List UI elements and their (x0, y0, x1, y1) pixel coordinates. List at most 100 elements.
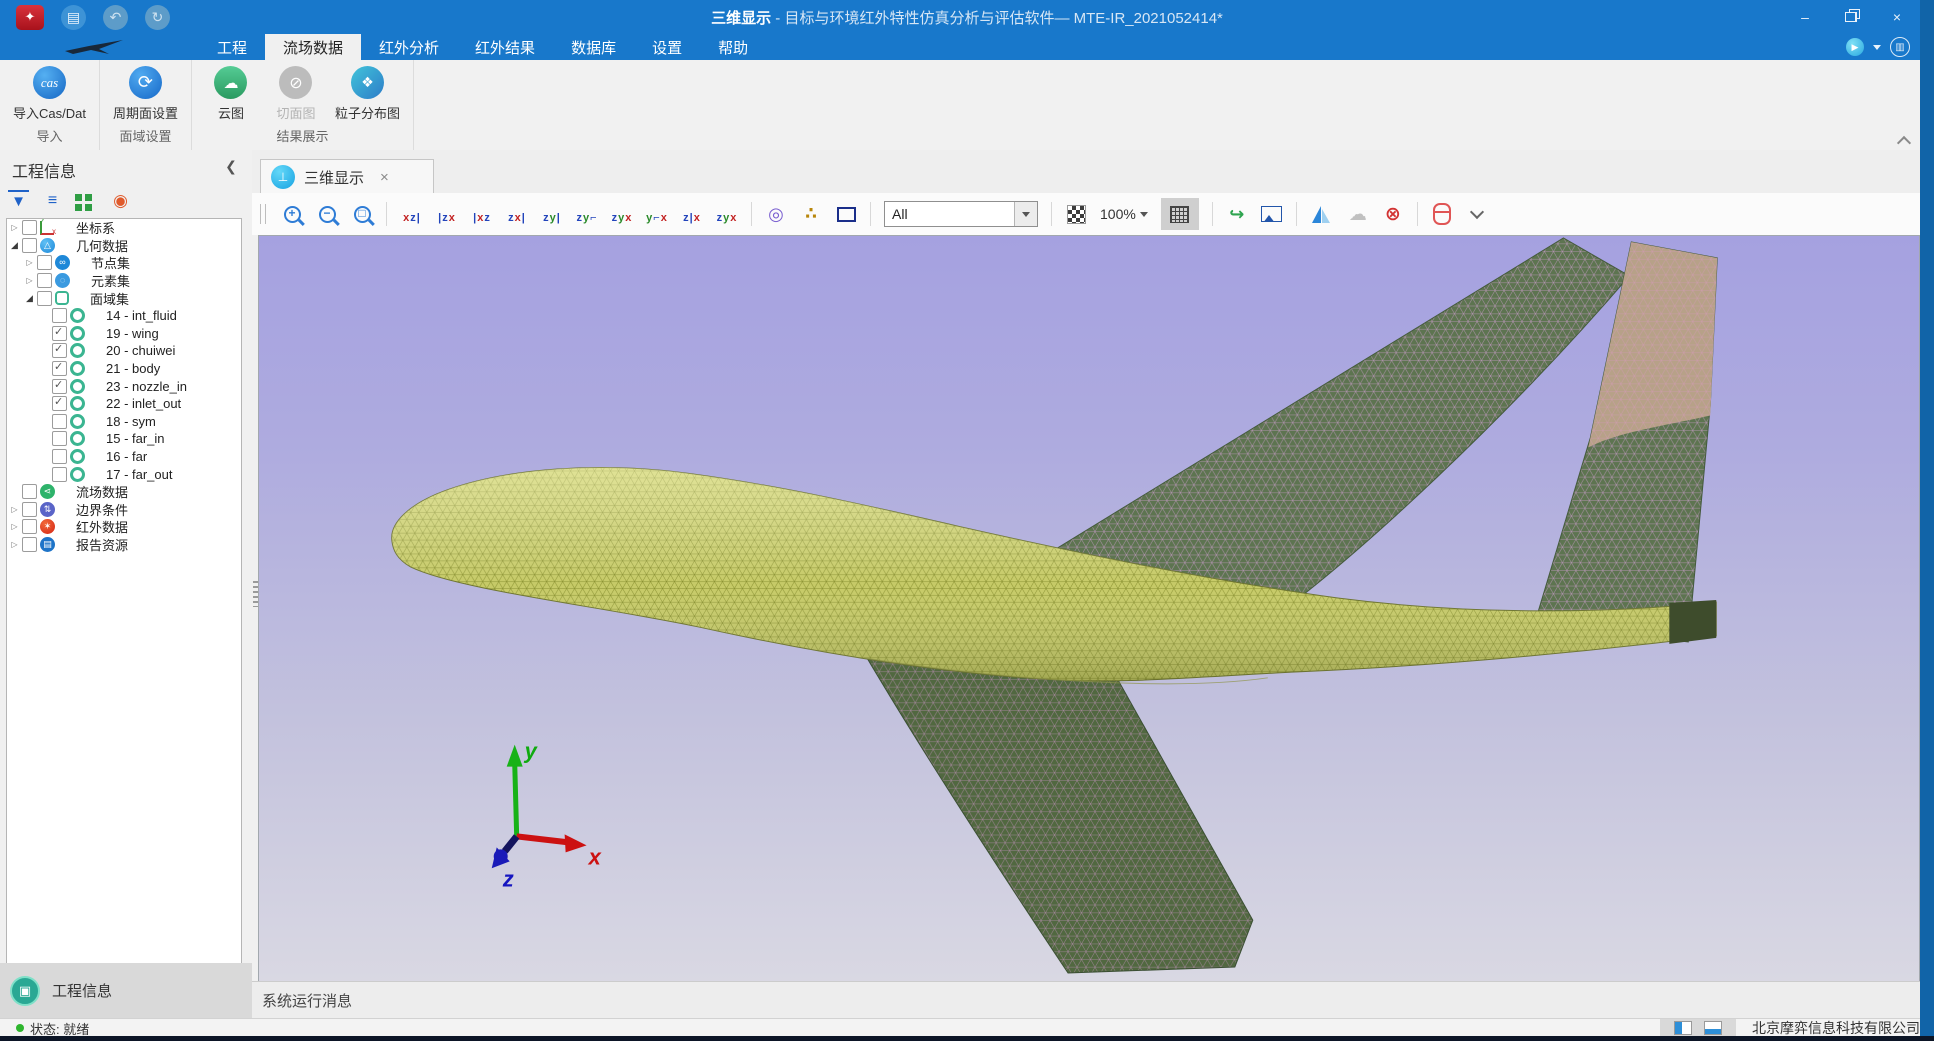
view-preset-2-button[interactable]: |zx (435, 204, 458, 224)
tree-item-19-wing[interactable]: 19 - wing (7, 325, 241, 343)
menu-item-红外结果[interactable]: 红外结果 (457, 34, 553, 60)
zoom-fit-button[interactable]: □ (351, 201, 373, 227)
tree-item-22-inlet_out[interactable]: 22 - inlet_out (7, 395, 241, 413)
tree-item-14-int_fluid[interactable]: 14 - int_fluid (7, 307, 241, 325)
menu-dropdown-icon[interactable] (1873, 45, 1881, 50)
menu-item-红外分析[interactable]: 红外分析 (361, 34, 457, 60)
restore-button[interactable] (1828, 0, 1874, 34)
zoom-out-button[interactable]: − (316, 201, 338, 227)
tree-item-17-far_out[interactable]: 17 - far_out (7, 465, 241, 483)
tree-checkbox[interactable] (52, 414, 67, 429)
tree-checkbox[interactable] (52, 449, 67, 464)
toolbar-grip[interactable] (260, 204, 266, 224)
locate-target-icon[interactable]: ◉ (110, 191, 131, 211)
tree-expand-arrow-icon[interactable]: ▷ (9, 522, 20, 531)
ribbon-collapse-button[interactable] (1898, 136, 1910, 144)
viewport-3d[interactable]: y x z (258, 235, 1920, 982)
tree-checkbox[interactable] (22, 537, 37, 552)
tree-item-element-set[interactable]: ▷◌元素集 (7, 272, 241, 290)
menu-item-帮助[interactable]: 帮助 (700, 34, 766, 60)
display-filter-combobox[interactable]: All (884, 201, 1038, 227)
tree-item-23-nozzle_in[interactable]: 23 - nozzle_in (7, 377, 241, 395)
mouse-mode-button[interactable] (1431, 201, 1453, 227)
粒子分布图-button[interactable]: ❖粒子分布图 (330, 64, 405, 122)
tree-checkbox[interactable] (52, 379, 67, 394)
collapse-list-icon[interactable]: ≡ (42, 191, 63, 211)
tree-checkbox[interactable] (22, 502, 37, 517)
menu-item-工程[interactable]: 工程 (199, 34, 265, 60)
tree-checkbox[interactable] (52, 396, 67, 411)
tree-item-16-far[interactable]: 16 - far (7, 448, 241, 466)
tree-expand-arrow-icon[interactable]: ▷ (9, 540, 20, 549)
undo-button[interactable]: ↶ (103, 5, 128, 30)
tree-checkbox[interactable] (52, 361, 67, 376)
mouse-mode-dropdown[interactable] (1466, 201, 1488, 227)
close-button[interactable]: × (1874, 0, 1920, 34)
tree-item-node-set[interactable]: ▷∞节点集 (7, 254, 241, 272)
tree-item-coord-system[interactable]: ▷坐标系 (7, 219, 241, 237)
view-preset-9-button[interactable]: z|x (680, 204, 703, 224)
menu-item-流场数据[interactable]: 流场数据 (265, 34, 361, 60)
mirror-button[interactable] (1310, 201, 1334, 227)
run-panel-icon[interactable]: ▶ (1846, 38, 1864, 56)
tree-expand-arrow-icon[interactable]: ◢ (9, 240, 20, 251)
view-preset-10-button[interactable]: zyx (715, 204, 738, 224)
export-view-button[interactable]: ↪ (1226, 201, 1248, 227)
rectangle-select-button[interactable] (835, 201, 857, 227)
layout-book-icon[interactable]: ▥ (1890, 37, 1910, 57)
cancel-display-button[interactable]: ⊗ (1382, 201, 1404, 227)
tree-item-21-body[interactable]: 21 - body (7, 360, 241, 378)
filter-icon[interactable]: ▼ (8, 190, 29, 212)
tree-item-boundary-cond[interactable]: ▷⇅边界条件 (7, 501, 241, 519)
tree-expand-arrow-icon[interactable]: ▷ (24, 276, 35, 285)
app-menu-button[interactable]: ✦ (16, 5, 44, 30)
tab-3d-display[interactable]: ⊥ 三维显示 × (260, 159, 434, 194)
tree-expand-arrow-icon[interactable]: ▷ (9, 505, 20, 514)
view-preset-7-button[interactable]: zyx (610, 204, 633, 224)
particle-select-button[interactable]: ∴ (800, 201, 822, 227)
tree-checkbox[interactable] (52, 308, 67, 323)
panel-collapse-button[interactable]: ❮ (224, 158, 238, 174)
tree-checkbox[interactable] (52, 343, 67, 358)
tree-item-geometry-data[interactable]: ◢△几何数据 (7, 237, 241, 255)
grid-toggle-button[interactable] (1161, 198, 1199, 230)
tree-expand-arrow-icon[interactable]: ◢ (24, 293, 35, 304)
tree-item-15-far_in[interactable]: 15 - far_in (7, 430, 241, 448)
view-preset-8-button[interactable]: y⌐x (645, 204, 668, 224)
tree-checkbox[interactable] (22, 220, 37, 235)
tree-checkbox[interactable] (22, 238, 37, 253)
tree-checkbox[interactable] (52, 467, 67, 482)
layout-bottom-panel-icon[interactable] (1704, 1021, 1722, 1035)
tree-expand-arrow-icon[interactable]: ▷ (9, 223, 20, 232)
panel-splitter-handle[interactable] (253, 581, 258, 607)
tree-item-face-set[interactable]: ◢面域集 (7, 289, 241, 307)
导入Cas/Dat-button[interactable]: cas导入Cas/Dat (8, 64, 91, 122)
tree-checkbox[interactable] (37, 255, 52, 270)
cloud-display-button[interactable]: ☁ (1347, 201, 1369, 227)
tab-close-icon[interactable]: × (380, 169, 389, 186)
tree-checkbox[interactable] (22, 519, 37, 534)
redo-button[interactable]: ↻ (145, 5, 170, 30)
view-preset-4-button[interactable]: zx| (505, 204, 528, 224)
tree-item-flow-data[interactable]: ⋖流场数据 (7, 483, 241, 501)
zoom-in-button[interactable]: + (281, 201, 303, 227)
grid-view-icon[interactable] (76, 191, 97, 211)
zoom-level-dropdown[interactable]: 100% (1100, 206, 1148, 222)
tree-checkbox[interactable] (52, 431, 67, 446)
view-preset-1-button[interactable]: xz| (400, 204, 423, 224)
menu-item-设置[interactable]: 设置 (634, 34, 700, 60)
panel-footer-tab[interactable]: ▣ 工程信息 (0, 963, 252, 1018)
tree-checkbox[interactable] (52, 326, 67, 341)
probe-point-button[interactable]: ◎ (765, 201, 787, 227)
transparency-button[interactable] (1065, 201, 1087, 227)
menu-item-数据库[interactable]: 数据库 (553, 34, 634, 60)
tree-item-infrared-data[interactable]: ▷✶红外数据 (7, 518, 241, 536)
snapshot-button[interactable] (1261, 201, 1283, 227)
new-file-button[interactable]: ▤ (61, 5, 86, 30)
view-preset-5-button[interactable]: zy| (540, 204, 563, 224)
云图-button[interactable]: ☁云图 (200, 64, 262, 122)
tree-item-report-res[interactable]: ▷▤报告资源 (7, 536, 241, 554)
tree-item-18-sym[interactable]: 18 - sym (7, 413, 241, 431)
view-preset-3-button[interactable]: |xz (470, 204, 493, 224)
周期面设置-button[interactable]: ⟳周期面设置 (108, 64, 183, 122)
